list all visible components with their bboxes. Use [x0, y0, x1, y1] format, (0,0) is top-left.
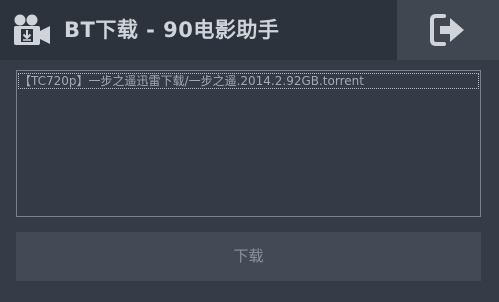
torrent-list-item[interactable]: 【TC720p】一步之遥迅雷下载/一步之遥.2014.2.92GB.torren…: [18, 73, 479, 89]
film-camera-download-icon: [13, 14, 51, 46]
app-title: BT下载 - 90电影助手: [64, 18, 280, 42]
exit-button[interactable]: [397, 0, 499, 60]
exit-door-arrow-icon: [430, 14, 464, 46]
download-button[interactable]: 下载: [16, 232, 481, 281]
title-bar: BT下载 - 90电影助手: [0, 0, 499, 60]
torrent-list[interactable]: 【TC720p】一步之遥迅雷下载/一步之遥.2014.2.92GB.torren…: [16, 70, 481, 217]
